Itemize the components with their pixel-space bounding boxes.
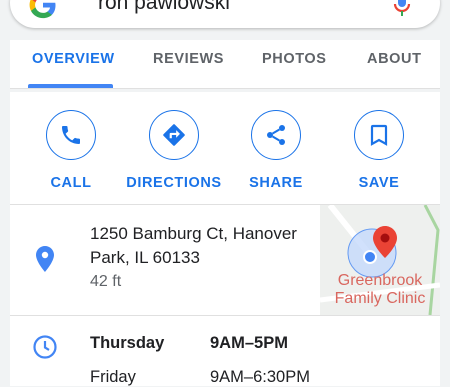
map-label-line-1: Greenbrook	[337, 272, 423, 289]
save-button-circle	[354, 110, 404, 160]
clock-icon	[33, 335, 57, 359]
call-label: CALL	[50, 175, 92, 191]
directions-button[interactable]: DIRECTIONS	[119, 110, 229, 191]
directions-icon	[163, 124, 185, 146]
tab-about[interactable]: ABOUT	[367, 51, 422, 67]
action-row: CALL DIRECTIONS SHARE SAVE	[10, 92, 440, 205]
location-pin-icon	[36, 246, 54, 272]
tab-overview[interactable]: OVERVIEW	[32, 51, 115, 67]
tab-bar: OVERVIEW REVIEWS PHOTOS ABOUT	[10, 40, 440, 89]
hours-time: 9AM–5PM	[210, 334, 288, 352]
hours-next-day: Friday	[90, 368, 136, 386]
bookmark-icon	[370, 124, 388, 146]
distance-text: 42 ft	[90, 273, 122, 290]
map-label-line-2: Family Clinic	[334, 290, 426, 307]
hours-day: Thursday	[90, 334, 165, 352]
phone-icon	[62, 126, 80, 144]
active-tab-indicator	[28, 84, 113, 88]
map-thumbnail[interactable]: Greenbrook Family Clinic	[320, 205, 440, 315]
address-line-2: Park, IL 60133	[90, 248, 200, 267]
share-label: SHARE	[249, 175, 303, 191]
directions-button-circle	[149, 110, 199, 160]
save-button[interactable]: SAVE	[324, 110, 434, 191]
share-button-circle	[251, 110, 301, 160]
tab-photos[interactable]: PHOTOS	[262, 51, 327, 67]
search-input[interactable]: ron pawlowski	[98, 0, 230, 16]
share-icon	[267, 125, 285, 145]
google-logo-icon	[29, 0, 56, 19]
address-line-1: 1250 Bamburg Ct, Hanover	[90, 224, 297, 243]
hours-next-time: 9AM–6:30PM	[210, 368, 310, 386]
address-row[interactable]: 1250 Bamburg Ct, Hanover Park, IL 60133 …	[10, 205, 440, 316]
hours-row[interactable]: Thursday 9AM–5PM Friday 9AM–6:30PM	[10, 316, 440, 386]
search-bar[interactable]: ron pawlowski	[10, 0, 440, 28]
save-label: SAVE	[358, 175, 400, 191]
share-button[interactable]: SHARE	[221, 110, 331, 191]
directions-label: DIRECTIONS	[126, 175, 222, 191]
map-marker-icon	[373, 226, 397, 258]
mic-icon[interactable]	[392, 0, 412, 18]
call-button-circle	[46, 110, 96, 160]
tab-reviews[interactable]: REVIEWS	[153, 51, 224, 67]
call-button[interactable]: CALL	[16, 110, 126, 191]
